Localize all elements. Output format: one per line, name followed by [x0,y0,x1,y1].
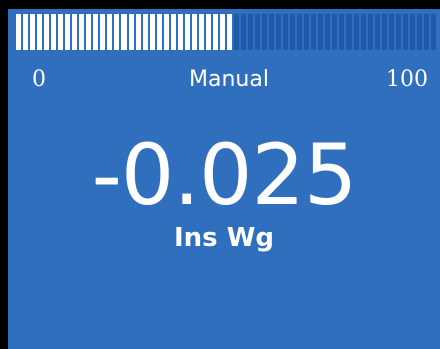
bar-segment-filled [107,14,113,50]
bar-segment-filled [128,14,134,50]
bar-segment-filled [191,14,197,50]
bar-segment-filled [177,14,183,50]
bar-segment-filled [163,14,169,50]
bar-segment-filled [226,14,232,50]
bar-segment-filled [86,14,92,50]
display-screen: 0 Manual 100 -0.025 Ins Wg [8,9,440,349]
bar-segment-empty [276,14,282,50]
bar-segment-filled [135,14,141,50]
bar-segment-filled [184,14,190,50]
bar-segment-empty [297,14,303,50]
scale-max-label: 100 [386,67,428,92]
bar-segment-empty [381,14,387,50]
bar-segment-empty [339,14,345,50]
bar-segment-filled [72,14,78,50]
bar-segment-filled [205,14,211,50]
bar-segment-empty [233,14,239,50]
bar-segment-empty [304,14,310,50]
bar-segment-empty [325,14,331,50]
bar-segment-empty [353,14,359,50]
bar-segment-filled [65,14,71,50]
units-label: Ins Wg [173,223,274,253]
bar-segment-empty [416,14,422,50]
bar-segment-filled [114,14,120,50]
bar-segment-empty [374,14,380,50]
bar-segment-filled [156,14,162,50]
mode-label: Manual [189,67,269,92]
bar-segment-filled [16,14,22,50]
bar-segment-empty [262,14,268,50]
bar-segment-filled [149,14,155,50]
bar-segment-filled [121,14,127,50]
bar-segment-filled [44,14,50,50]
bar-segment-empty [430,14,436,50]
bar-segment-filled [30,14,36,50]
bar-segment-filled [51,14,57,50]
bar-segment-filled [79,14,85,50]
pressure-reading: -0.025 [91,126,358,224]
bar-segment-empty [409,14,415,50]
bar-segment-empty [269,14,275,50]
bar-segment-empty [395,14,401,50]
bar-segment-filled [170,14,176,50]
bar-segment-filled [142,14,148,50]
bar-segment-empty [388,14,394,50]
bar-segment-empty [248,14,254,50]
bar-segment-empty [423,14,429,50]
bar-segment-filled [100,14,106,50]
bar-segment-filled [219,14,225,50]
bar-segment-empty [241,14,247,50]
bar-segment-empty [332,14,338,50]
bar-segment-empty [311,14,317,50]
bar-segment-empty [283,14,289,50]
bar-segment-empty [402,14,408,50]
bar-segment-filled [23,14,29,50]
bar-segment-filled [37,14,43,50]
level-bargraph [16,14,438,50]
bar-segment-empty [255,14,261,50]
bar-segment-filled [93,14,99,50]
bar-segment-empty [290,14,296,50]
bar-segment-filled [198,14,204,50]
bar-segment-empty [367,14,373,50]
bar-segment-empty [346,14,352,50]
bar-segment-filled [212,14,218,50]
bar-segment-filled [58,14,64,50]
bar-segment-empty [318,14,324,50]
bar-segment-empty [360,14,366,50]
